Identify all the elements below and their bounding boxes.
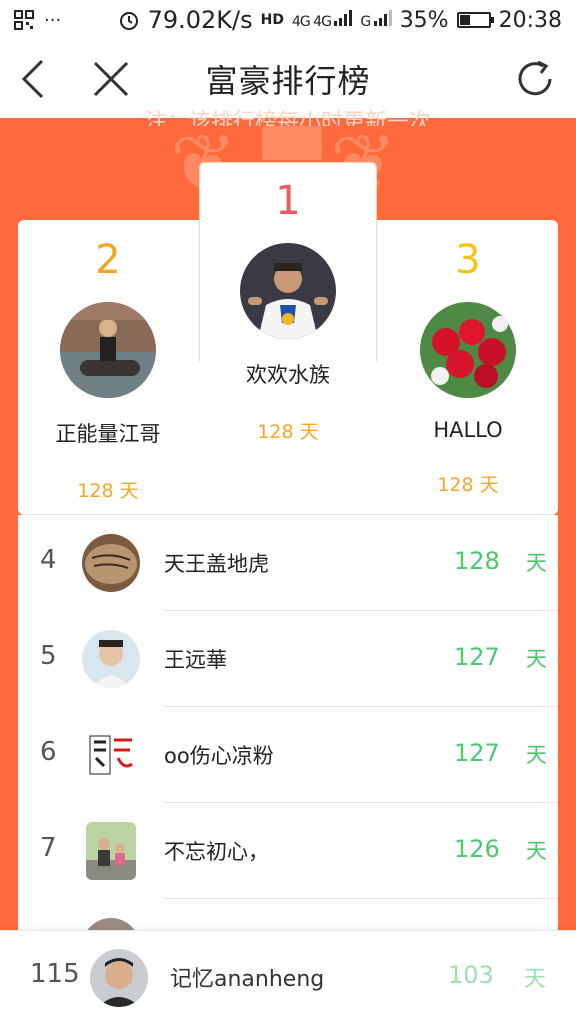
list-item[interactable]: 5 王远華 127 天 [18, 611, 558, 707]
avatar [82, 918, 140, 930]
avatar [82, 534, 140, 592]
alarm-icon [119, 12, 138, 30]
signal-g-indicator: G [360, 10, 392, 30]
podium-name: 正能量江哥 [55, 422, 161, 446]
podium-name: HALLO [433, 418, 503, 442]
user-name: 王远華 [164, 648, 227, 672]
battery-percent: 35% [399, 7, 449, 33]
days-value: 127 [454, 643, 500, 671]
user-name: oo伤心凉粉 [164, 744, 274, 768]
refresh-button[interactable] [510, 54, 560, 104]
days-value: 128 [454, 547, 500, 575]
my-rank-bar[interactable]: 115 记忆ananheng 103 天 [0, 930, 576, 1024]
avatar [60, 302, 156, 398]
update-notice: 注：该排行榜每小时更新一次 [144, 110, 431, 126]
rank-number: 4 [40, 545, 57, 575]
ranking-list: 4 天王盖地虎 128 天 5 王远華 127 天 6 oo伤心凉粉 127 天… [18, 515, 558, 930]
list-item[interactable]: 6 oo伤心凉粉 127 天 [18, 707, 558, 803]
days-unit: 天 [526, 551, 547, 575]
list-item-partial[interactable] [18, 899, 558, 930]
more-dots-icon: ··· [44, 9, 62, 31]
rank-number: 5 [40, 641, 57, 671]
avatar [240, 243, 336, 339]
close-button[interactable] [86, 54, 136, 104]
user-name: 不忘初心， [164, 840, 269, 864]
my-rank-number: 115 [30, 959, 80, 989]
signal-bars-icon [334, 10, 353, 26]
podium-days: 128 天 [77, 480, 139, 502]
rank-number: 3 [455, 237, 481, 283]
podium-days: 128 天 [437, 474, 499, 496]
close-icon [93, 61, 129, 97]
podium-first[interactable]: 1 欢欢水族 128 天 [199, 162, 377, 443]
days-value: 127 [454, 739, 500, 767]
signal-bars-icon-2 [373, 10, 392, 26]
battery-icon [456, 12, 494, 28]
podium-days: 128 天 [257, 421, 319, 443]
back-button[interactable] [8, 54, 58, 104]
trophy-decoration [262, 126, 322, 160]
qr-icon [14, 10, 34, 30]
days-unit: 天 [526, 743, 547, 767]
avatar [86, 822, 136, 880]
podium-name: 欢欢水族 [246, 363, 330, 387]
my-days-value: 103 [448, 961, 494, 989]
rank-number: 7 [40, 833, 57, 863]
status-bar: ··· 79.02K/s HD 4G 4G G 35% 20:38 [0, 0, 576, 40]
list-item[interactable]: 7 不忘初心， 126 天 [18, 803, 558, 899]
rank-number: 6 [40, 737, 57, 767]
rank-number: 1 [275, 178, 301, 224]
signal-4g-indicator: 4G 4G [292, 10, 353, 30]
back-arrow-icon [21, 59, 44, 99]
list-item[interactable]: 4 天王盖地虎 128 天 [18, 515, 558, 611]
avatar [420, 302, 516, 398]
podium-third[interactable]: 3 HALLO 128 天 [408, 238, 528, 497]
days-value: 126 [454, 835, 500, 863]
avatar [82, 630, 140, 688]
clock: 20:38 [498, 7, 562, 33]
refresh-icon [518, 60, 552, 96]
days-unit: 天 [526, 839, 547, 863]
avatar [82, 726, 140, 784]
rank-number: 2 [95, 237, 121, 283]
my-days-unit: 天 [524, 967, 547, 992]
days-unit: 天 [526, 647, 547, 671]
network-speed: 79.02K/s [147, 6, 253, 34]
user-name: 天王盖地虎 [164, 552, 269, 576]
podium-second[interactable]: 2 正能量江哥 128 天 [48, 238, 168, 503]
my-avatar [90, 949, 148, 1007]
hd-indicator: HD [260, 12, 284, 28]
my-user-name: 记忆ananheng [170, 967, 325, 992]
